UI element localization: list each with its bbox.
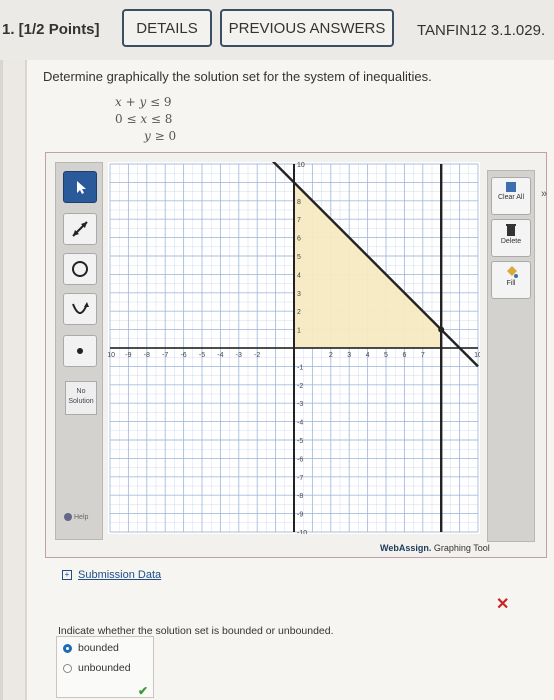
- vertex-point: [438, 326, 445, 333]
- y-tick-label: 3: [297, 291, 301, 298]
- circle-tool-button[interactable]: [63, 253, 97, 285]
- radio-bounded[interactable]: [63, 643, 72, 653]
- fill-label: Fill: [506, 280, 516, 287]
- x-tick-label: 6: [402, 352, 406, 359]
- x-tick-label: -3: [236, 352, 242, 359]
- x-tick-label: 7: [421, 352, 425, 359]
- trash-icon: [506, 224, 516, 236]
- expand-arrow-icon[interactable]: »: [541, 188, 547, 200]
- line-icon: [72, 221, 88, 237]
- x-tick-label: -9: [125, 352, 131, 359]
- x-tick-label: -8: [144, 352, 150, 359]
- tool-palette: No Solution Help: [55, 162, 103, 540]
- x-tick-label: -4: [217, 352, 223, 359]
- graph-actions-panel: Clear All Delete Fill: [487, 170, 535, 542]
- x-tick-label: -6: [180, 352, 186, 359]
- y-tick-label: 8: [297, 199, 301, 206]
- point-tool-button[interactable]: [63, 335, 97, 367]
- fill-button[interactable]: Fill: [491, 261, 531, 299]
- help-link[interactable]: Help: [64, 513, 88, 521]
- submission-data-link[interactable]: Submission Data: [78, 569, 161, 581]
- submission-data-toggle[interactable]: + Submission Data: [62, 569, 161, 581]
- x-tick-label: 4: [366, 352, 370, 359]
- y-tick-label: -7: [297, 475, 303, 482]
- x-tick-label: 5: [384, 352, 388, 359]
- y-tick-label: -2: [297, 383, 303, 390]
- graph-canvas[interactable]: -10 -9 -8 -7 -6 -5 -4 -3 -2 2 3 4 5 6 7 10 10 8 7 6 5 4 3 2 1 -1 -…: [108, 162, 480, 534]
- delete-button[interactable]: Delete: [491, 219, 531, 257]
- delete-label: Delete: [500, 238, 522, 245]
- point-icon: [77, 348, 83, 354]
- y-tick-label: 1: [297, 328, 301, 335]
- y-tick-label: -1: [297, 364, 303, 371]
- details-button[interactable]: DETAILS: [122, 9, 212, 47]
- correct-icon: ✔: [138, 684, 149, 698]
- question-header: 1. [1/2 Points] DETAILS PREVIOUS ANSWERS…: [0, 0, 554, 60]
- y-tick-label: 7: [297, 217, 301, 224]
- x-tick-label: 2: [329, 352, 333, 359]
- question-number: 1. [1/2 Points]: [2, 21, 100, 38]
- x-tick-label: -5: [199, 352, 205, 359]
- inequality-3: y ≥ 0: [144, 129, 177, 143]
- left-margin-bar: [0, 60, 27, 700]
- y-tick-label: -9: [297, 512, 303, 519]
- y-tick-label: 2: [297, 309, 301, 316]
- y-tick-label: -8: [297, 493, 303, 500]
- clear-all-label: Clear All: [497, 194, 525, 201]
- expand-icon: +: [62, 570, 72, 580]
- parabola-icon: [72, 302, 89, 314]
- y-tick-label: 6: [297, 236, 301, 243]
- circle-icon: [72, 261, 88, 277]
- inequality-1: x + y ≤ 9: [115, 95, 172, 109]
- y-tick-label: -3: [297, 401, 303, 408]
- option-unbounded[interactable]: unbounded: [63, 662, 131, 674]
- question-code: TANFIN12 3.1.029.: [417, 22, 546, 39]
- parabola-tool-button[interactable]: [63, 293, 97, 325]
- y-tick-label: 10: [297, 162, 305, 169]
- line-tool-button[interactable]: [63, 213, 97, 245]
- pointer-tool-button[interactable]: [63, 171, 97, 203]
- no-solution-label: No Solution: [68, 388, 94, 405]
- radio-unbounded[interactable]: [63, 663, 72, 673]
- clear-all-icon: [506, 182, 516, 192]
- pointer-icon: [77, 181, 86, 194]
- x-tick-label: 3: [347, 352, 351, 359]
- help-label: Help: [74, 513, 89, 521]
- help-icon: [64, 513, 72, 521]
- inequality-2: 0 ≤ x ≤ 8: [115, 112, 173, 126]
- no-solution-button[interactable]: No Solution: [65, 381, 97, 415]
- option-bounded-label: bounded: [78, 642, 119, 654]
- question-prompt: Determine graphically the solution set f…: [43, 69, 432, 84]
- fill-bucket-icon: [507, 266, 518, 278]
- graphing-tool-brand: WebAssign. Graphing Tool: [380, 543, 490, 553]
- y-tick-label: 5: [297, 254, 301, 261]
- previous-answers-button[interactable]: PREVIOUS ANSWERS: [220, 9, 394, 47]
- y-tick-label: -10: [297, 530, 307, 534]
- incorrect-icon: ✕: [496, 596, 510, 613]
- option-unbounded-label: unbounded: [78, 662, 131, 674]
- y-tick-label: -5: [297, 438, 303, 445]
- option-bounded[interactable]: bounded: [63, 642, 119, 654]
- x-tick-label: -7: [162, 352, 168, 359]
- y-tick-label: -4: [297, 420, 303, 427]
- x-tick-label: 10: [474, 352, 480, 359]
- graphing-tool-name: Graphing Tool: [433, 543, 490, 553]
- webassign-brand: WebAssign.: [380, 543, 432, 553]
- clear-all-button[interactable]: Clear All: [491, 177, 531, 215]
- x-tick-label: -2: [254, 352, 260, 359]
- x-tick-label: -10: [108, 352, 115, 359]
- y-tick-label: 4: [297, 272, 301, 279]
- y-tick-label: -6: [297, 456, 303, 463]
